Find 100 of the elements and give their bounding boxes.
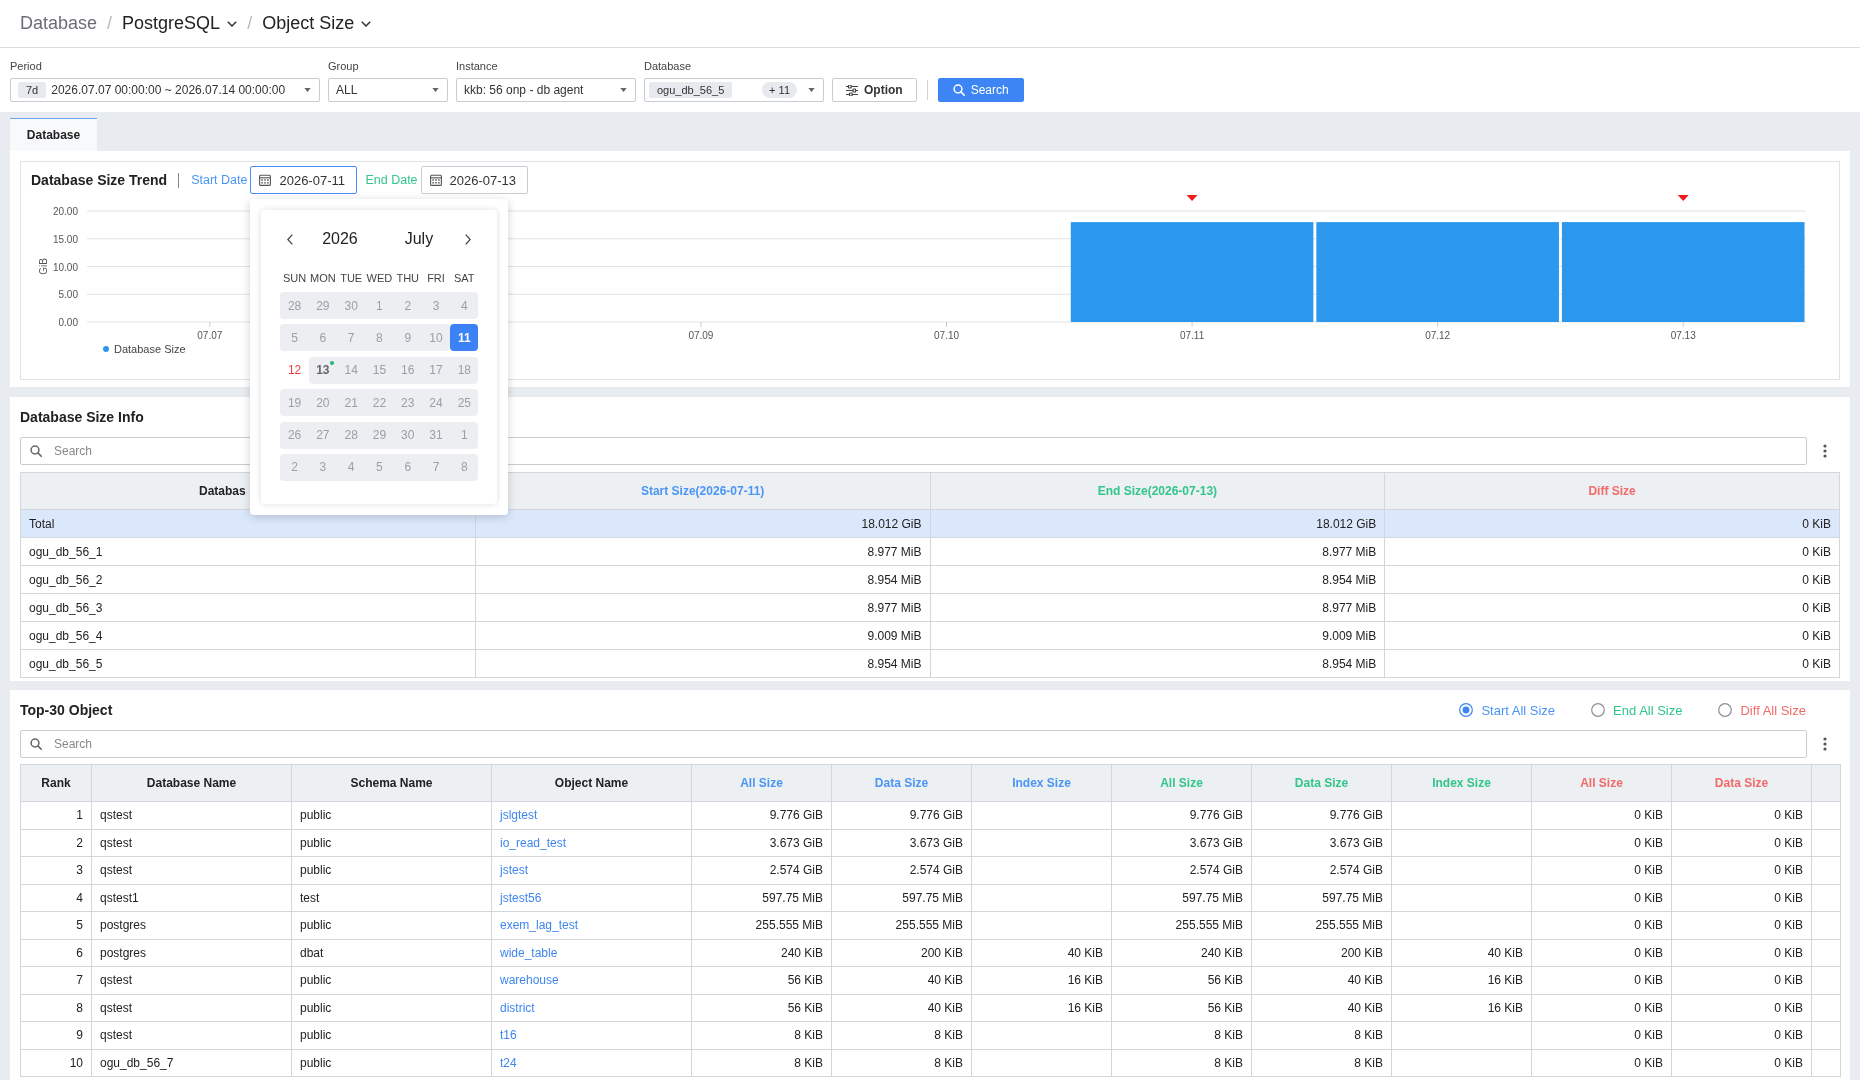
period-select[interactable]: 7d 2026.07.07 00:00:00 ~ 2026.07.14 00:00:00 xyxy=(10,78,320,102)
table-cell: 16 KiB xyxy=(1391,994,1532,1022)
table-cell: 255.555 MiB xyxy=(831,911,972,939)
option-button[interactable]: Option xyxy=(832,78,917,102)
table-cell: 40 KiB xyxy=(831,994,972,1022)
axis-tick-label: 10.00 xyxy=(52,261,78,273)
table-cell: 16 KiB xyxy=(971,966,1112,994)
more-menu-icon[interactable] xyxy=(1823,444,1827,458)
table-cell: 0 KiB xyxy=(1384,537,1840,566)
table-cell: 0 KiB xyxy=(1531,966,1672,994)
table-cell: 200 KiB xyxy=(1251,939,1392,967)
table-cell: 8 KiB xyxy=(831,1021,972,1049)
table-cell: 3.673 GiB xyxy=(831,829,972,857)
chevron-right-icon[interactable] xyxy=(465,233,472,245)
axis-tick-label: 07.12 xyxy=(1425,330,1451,341)
table-cell: 240 KiB xyxy=(1111,939,1252,967)
table-cell: public xyxy=(291,994,492,1022)
table-cell: 2.574 GiB xyxy=(691,856,832,884)
calendar-day[interactable]: 11 xyxy=(450,324,479,352)
table-cell: public xyxy=(291,856,492,884)
object-link[interactable]: jstest xyxy=(500,863,528,878)
breadcrumb-link[interactable]: Database xyxy=(20,13,98,34)
table-row[interactable]: ogu_db_56_5 8.954 MiB 8.954 MiB 0 KiB xyxy=(20,649,1840,678)
triangle-marker-icon xyxy=(1677,195,1689,201)
table-cell: 0 KiB xyxy=(1671,966,1812,994)
column-header: Data Size xyxy=(1671,764,1812,802)
tab[interactable]: Database xyxy=(10,118,97,151)
table-cell: qstest xyxy=(91,1021,292,1049)
weekday-label: WED xyxy=(366,272,393,284)
radio-option[interactable]: Start All Size xyxy=(1459,702,1556,718)
rank-cell: 2 xyxy=(20,829,92,857)
table-cell: 597.75 MiB xyxy=(1111,884,1252,912)
calendar-year[interactable]: 2026 xyxy=(322,230,358,248)
object-link[interactable]: district xyxy=(500,1000,535,1015)
select-field[interactable]: kkb: 56 onp - db agent xyxy=(456,78,636,102)
column-header: End Size(2026-07-13) xyxy=(1097,484,1218,498)
table-cell: 0 KiB xyxy=(1384,621,1840,650)
search-button[interactable]: Search xyxy=(937,78,1024,102)
search-field[interactable]: Search xyxy=(20,730,1807,758)
weekday-label: FRI xyxy=(427,272,445,284)
rank-cell: 7 xyxy=(20,966,92,994)
table-cell: 8.954 MiB xyxy=(930,565,1385,594)
multi-select-field[interactable]: ogu_db_56_5 + 11 xyxy=(644,78,824,102)
table-cell: 0 KiB xyxy=(1531,994,1672,1022)
table-row[interactable]: ogu_db_56_4 9.009 MiB 9.009 MiB 0 KiB xyxy=(20,621,1840,650)
table-cell: 16 KiB xyxy=(971,994,1112,1022)
table-cell: 0 KiB xyxy=(1671,884,1812,912)
table-cell: 9.776 GiB xyxy=(691,801,832,829)
rank-cell: 4 xyxy=(20,884,92,912)
table-row[interactable]: ogu_db_56_2 8.954 MiB 8.954 MiB 0 KiB xyxy=(20,565,1840,594)
table-cell: 40 KiB xyxy=(831,966,972,994)
chevron-down-icon xyxy=(361,20,372,27)
table-cell: 40 KiB xyxy=(1251,966,1392,994)
table-cell: postgres xyxy=(91,939,292,967)
table-cell: 0 KiB xyxy=(1384,649,1840,678)
breadcrumb-dropdown[interactable]: Object Size xyxy=(262,13,372,34)
legend-label: Database Size xyxy=(114,343,186,355)
table-cell: 0 KiB xyxy=(1384,565,1840,594)
object-link[interactable]: t16 xyxy=(500,1028,517,1043)
table-cell: dbat xyxy=(291,939,492,967)
object-link[interactable]: t24 xyxy=(500,1055,517,1070)
table-row[interactable]: ogu_db_56_1 8.977 MiB 8.977 MiB 0 KiB xyxy=(20,537,1840,566)
table-cell: 0 KiB xyxy=(1531,856,1672,884)
table-cell: 3.673 GiB xyxy=(691,829,832,857)
object-link[interactable]: jstest56 xyxy=(500,890,542,905)
calendar-icon xyxy=(429,174,442,186)
radio-option[interactable]: End All Size xyxy=(1591,702,1683,718)
axis-title: GiB xyxy=(38,258,49,275)
table-cell: postgres xyxy=(91,911,292,939)
calendar-month[interactable]: July xyxy=(404,230,434,248)
calendar-day[interactable]: 12 xyxy=(280,356,309,384)
table-cell: 56 KiB xyxy=(1111,994,1252,1022)
table-cell: public xyxy=(291,801,492,829)
table-row[interactable]: ogu_db_56_3 8.977 MiB 8.977 MiB 0 KiB xyxy=(20,593,1840,622)
table-cell: ogu_db_56_4 xyxy=(20,621,476,650)
caret-icon xyxy=(304,88,311,92)
count-badge: + 11 xyxy=(762,82,797,98)
table-cell: 9.776 GiB xyxy=(831,801,972,829)
more-menu-icon[interactable] xyxy=(1823,737,1827,751)
date-input[interactable]: 2026-07-11 xyxy=(250,166,358,194)
table-cell: 8.977 MiB xyxy=(475,593,930,622)
object-link[interactable]: io_read_test xyxy=(500,835,567,850)
selected-chip: ogu_db_56_5 xyxy=(649,82,733,98)
chevron-left-icon[interactable] xyxy=(287,233,294,245)
radio-option[interactable]: Diff All Size xyxy=(1718,702,1806,718)
object-link[interactable]: warehouse xyxy=(500,973,559,988)
select-field[interactable]: ALL xyxy=(328,78,448,102)
table-row[interactable]: Total 18.012 GiB 18.012 GiB 0 KiB xyxy=(20,509,1840,538)
section-title: Database Size Info xyxy=(20,409,144,425)
object-link[interactable]: wide_table xyxy=(500,945,558,960)
date-input[interactable]: 2026-07-13 xyxy=(420,166,528,194)
table-cell: public xyxy=(291,966,492,994)
field-label: Group xyxy=(328,59,360,73)
breadcrumb-dropdown[interactable]: PostgreSQL xyxy=(122,13,238,34)
date-label: End Date xyxy=(365,173,418,187)
table-cell: 3.673 GiB xyxy=(1111,829,1252,857)
table-cell: qstest xyxy=(91,801,292,829)
table-cell: 0 KiB xyxy=(1671,856,1812,884)
table-cell: 255.555 MiB xyxy=(1251,911,1392,939)
object-link[interactable]: jslgtest xyxy=(500,808,538,823)
